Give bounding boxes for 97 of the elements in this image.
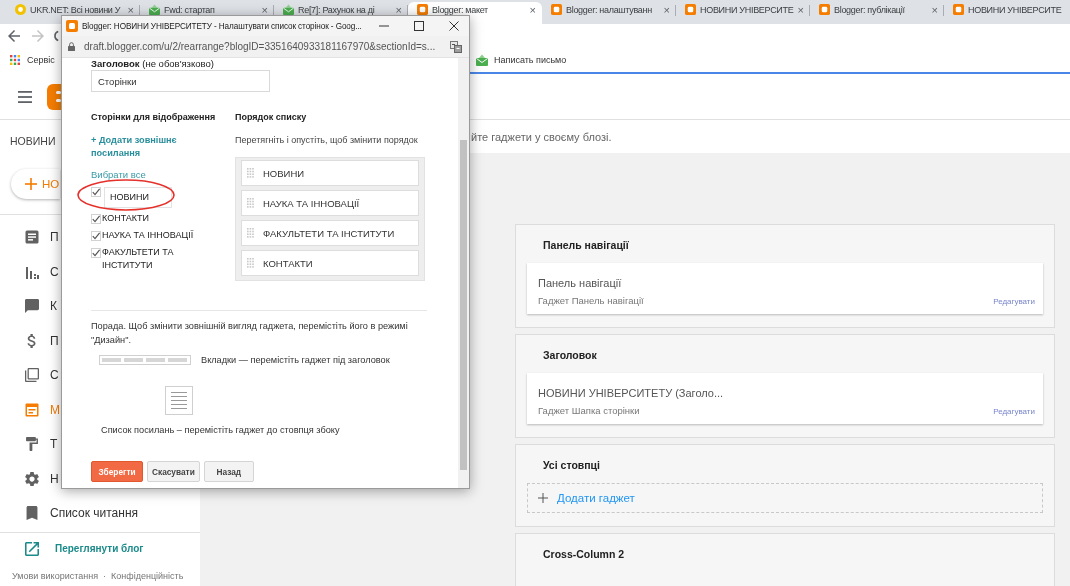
apps-grid-icon <box>10 55 20 65</box>
checkbox[interactable] <box>91 213 101 224</box>
comment-icon <box>25 299 39 314</box>
section-heading: Порядок списку <box>235 111 307 123</box>
blog-title[interactable]: НОВИНИ <box>10 133 56 149</box>
dialog-button[interactable]: Скасувати <box>147 461 200 482</box>
drag-handle-icon[interactable] <box>247 228 254 238</box>
maximize-icon[interactable] <box>414 21 424 31</box>
dialog-button[interactable]: Назад <box>203 461 254 482</box>
separator: · <box>103 569 107 583</box>
checkbox[interactable] <box>91 186 101 197</box>
page-label: КОНТАКТИ <box>102 212 150 225</box>
list-layout-icon <box>165 386 193 415</box>
section-heading: Сторінки для відображення <box>91 111 216 123</box>
gadget-card[interactable]: НОВИНИ УНІВЕРСИТЕТУ (Заголо... Гаджет Шапка сторінки Редагувати <box>527 373 1043 424</box>
squares-icon[interactable] <box>450 40 462 53</box>
view-blog-link[interactable]: Переглянути блог <box>0 532 144 565</box>
list-item[interactable]: КОНТАКТИ <box>241 250 419 276</box>
nav-item[interactable]: П <box>0 220 59 255</box>
close-tab-button[interactable]: × <box>127 4 134 15</box>
close-tab-button[interactable]: × <box>395 4 402 15</box>
external-link-icon <box>25 541 39 556</box>
close-tab-button[interactable]: × <box>931 4 938 15</box>
gadget-type: Гаджет Панель навігації <box>538 294 644 307</box>
close-icon[interactable] <box>449 21 459 31</box>
edit-link[interactable]: Редагувати <box>993 297 1035 306</box>
tabs-layout-icon <box>99 355 191 365</box>
tip-item-text: Список посилань – перемістіть гаджет до стовпця збоку <box>100 424 340 437</box>
drag-handle-icon[interactable] <box>247 198 254 208</box>
settings-icon <box>25 471 39 486</box>
site-icon <box>15 4 26 15</box>
scrollbar[interactable] <box>458 58 469 488</box>
scrollbar-thumb[interactable] <box>460 140 467 470</box>
document-icon <box>25 230 39 245</box>
field-label: Заголовок (не обов'язково) <box>91 58 215 70</box>
bar-chart-icon <box>25 264 39 279</box>
gadget-type: Гаджет Шапка сторінки <box>538 404 640 417</box>
browser-tab[interactable]: НОВИНИ УНІВЕРСИТЕ <box>944 2 1070 24</box>
gadget-title: Панель навігації <box>538 276 623 291</box>
list-item[interactable]: НАУКА ТА ІННОВАЦІЇ <box>241 190 419 216</box>
select-all-link[interactable]: Вибрати все <box>91 168 146 181</box>
logo-icon[interactable] <box>47 83 61 110</box>
title-input[interactable]: Сторінки <box>91 70 270 92</box>
envelope-icon <box>476 54 488 66</box>
plus-icon <box>538 493 548 503</box>
nav-item[interactable]: Н <box>0 461 59 496</box>
nav-item[interactable]: С <box>0 254 59 289</box>
site-icon <box>551 4 562 15</box>
tip-item-text: Вкладки — перемістіть гаджет під заголовок <box>201 354 390 367</box>
checkbox[interactable] <box>91 230 101 241</box>
url-text: draft.blogger.com/u/2/rearrange?blogID=3351640933181167970&sectionId=s... <box>84 41 436 52</box>
plus-icon <box>25 178 37 190</box>
add-link[interactable]: + Додати зовнішнє посилання <box>91 134 211 160</box>
site-icon <box>66 20 78 32</box>
layout-icon <box>25 402 39 417</box>
close-tab-button[interactable]: × <box>797 4 804 15</box>
paint-roller-icon <box>25 437 39 452</box>
edit-link[interactable]: Редагувати <box>993 407 1035 416</box>
drag-handle-icon[interactable] <box>247 258 254 268</box>
gadget-card[interactable]: Панель навігації Гаджет Панель навігації Редагувати <box>527 263 1043 314</box>
nav-item[interactable]: К <box>0 289 57 324</box>
back-icon[interactable] <box>8 30 20 42</box>
site-icon <box>819 4 830 15</box>
gadget-title: НОВИНИ УНІВЕРСИТЕТУ (Заголо... <box>538 386 725 401</box>
section-title: Заголовок <box>542 348 598 363</box>
checkbox[interactable] <box>91 247 101 258</box>
pages-icon <box>25 368 39 383</box>
nav-item[interactable]: Т <box>0 427 58 462</box>
site-icon <box>953 4 964 15</box>
list-item[interactable]: ФАКУЛЬТЕТИ ТА ІНСТИТУТИ <box>241 220 419 246</box>
list-item[interactable]: НОВИНИ <box>241 160 419 186</box>
page-description: йте гаджети у своєму блозі. <box>471 130 612 143</box>
page-label: ФАКУЛЬТЕТИ ТА ІНСТИТУТИ <box>102 246 175 272</box>
tip-text: Порада. Щоб змінити зовнішній вигляд гаджета, перемістіть його в режимі "Дизайн". <box>91 320 409 347</box>
lock-icon <box>68 42 75 51</box>
drag-handle-icon[interactable] <box>247 168 254 178</box>
order-hint: Перетягніть і опустіть, щоб змінити порядок <box>235 134 418 147</box>
close-tab-button[interactable]: × <box>663 4 670 15</box>
section-title: Cross-Column 2 <box>542 547 626 562</box>
section-title: Панель навігації <box>542 238 630 253</box>
bookmark[interactable]: Сервіс <box>10 55 55 65</box>
bookmark[interactable]: Написать письмо <box>476 54 567 66</box>
close-tab-button[interactable]: × <box>261 4 268 15</box>
page-label: НОВИНИ <box>104 187 172 208</box>
footer-link[interactable]: Умови використання <box>12 568 99 583</box>
menu-icon[interactable] <box>18 90 32 103</box>
nav-item[interactable]: С <box>0 358 59 393</box>
footer-link[interactable]: Конфіденційність <box>111 568 184 583</box>
window-title: Blogger: НОВИНИ УНІВЕРСИТЕТУ - Налаштувати список сторінок - Goog... <box>82 21 362 31</box>
section-title: Усі стовпці <box>542 458 601 473</box>
site-icon <box>685 4 696 15</box>
close-tab-button[interactable]: × <box>529 4 536 15</box>
page-label: НАУКА ТА ІННОВАЦІЇ <box>102 229 194 242</box>
reload-icon[interactable] <box>51 30 59 42</box>
bookmark-icon <box>25 506 39 521</box>
nav-item[interactable]: Список читання <box>0 496 138 531</box>
nav-item[interactable]: П <box>0 323 59 358</box>
